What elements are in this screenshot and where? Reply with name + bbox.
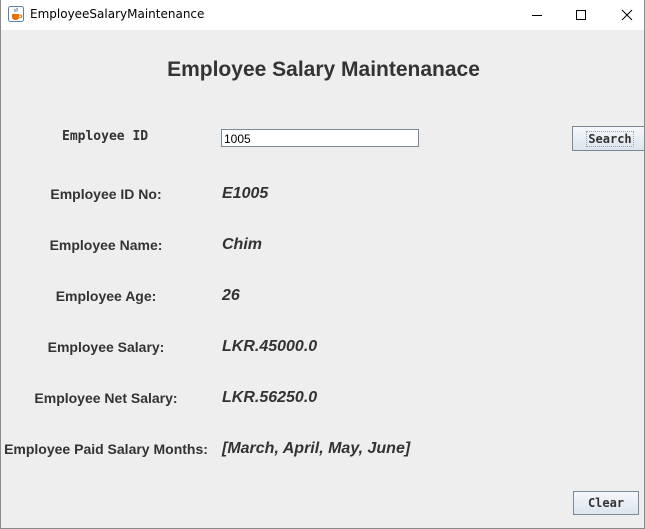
employee-name-label: Employee Name:: [49, 237, 163, 253]
title-bar[interactable]: EmployeeSalaryMaintenance: [1, 0, 644, 30]
employee-paid-months-label: Employee Paid Salary Months:: [4, 441, 208, 457]
employee-paid-months-value: [March, April, May, June]: [222, 440, 411, 457]
maximize-icon: [576, 10, 586, 20]
employee-id-label: Employee ID: [62, 129, 149, 144]
maximize-button[interactable]: [558, 0, 604, 30]
minimize-icon: [532, 15, 542, 16]
employee-name-value: Chim: [222, 236, 262, 253]
employee-id-input[interactable]: [221, 129, 419, 147]
employee-id-no-value: E1005: [222, 185, 269, 202]
window-title: EmployeeSalaryMaintenance: [30, 7, 205, 21]
close-icon: [621, 9, 633, 21]
employee-id-no-label: Employee ID No:: [50, 186, 162, 202]
employee-age-label: Employee Age:: [55, 288, 157, 304]
clear-button-label: Clear: [587, 496, 625, 510]
content-pane: Employee Salary Maintenanace Employee ID…: [1, 30, 644, 528]
employee-net-salary-value: LKR.56250.0: [222, 389, 318, 406]
employee-net-salary-label: Employee Net Salary:: [34, 390, 178, 406]
search-button-label: Search: [586, 130, 634, 147]
page-title: Employee Salary Maintenanace: [167, 58, 480, 81]
java-cup-icon: [8, 6, 24, 22]
minimize-button[interactable]: [514, 0, 560, 30]
search-button[interactable]: Search: [572, 126, 644, 151]
employee-salary-value: LKR.45000.0: [222, 338, 318, 355]
employee-salary-label: Employee Salary:: [47, 339, 165, 355]
clear-button[interactable]: Clear: [573, 491, 639, 515]
employee-age-value: 26: [222, 287, 240, 304]
application-window: EmployeeSalaryMaintenance Employee Salar…: [0, 0, 645, 529]
close-button[interactable]: [604, 0, 644, 30]
